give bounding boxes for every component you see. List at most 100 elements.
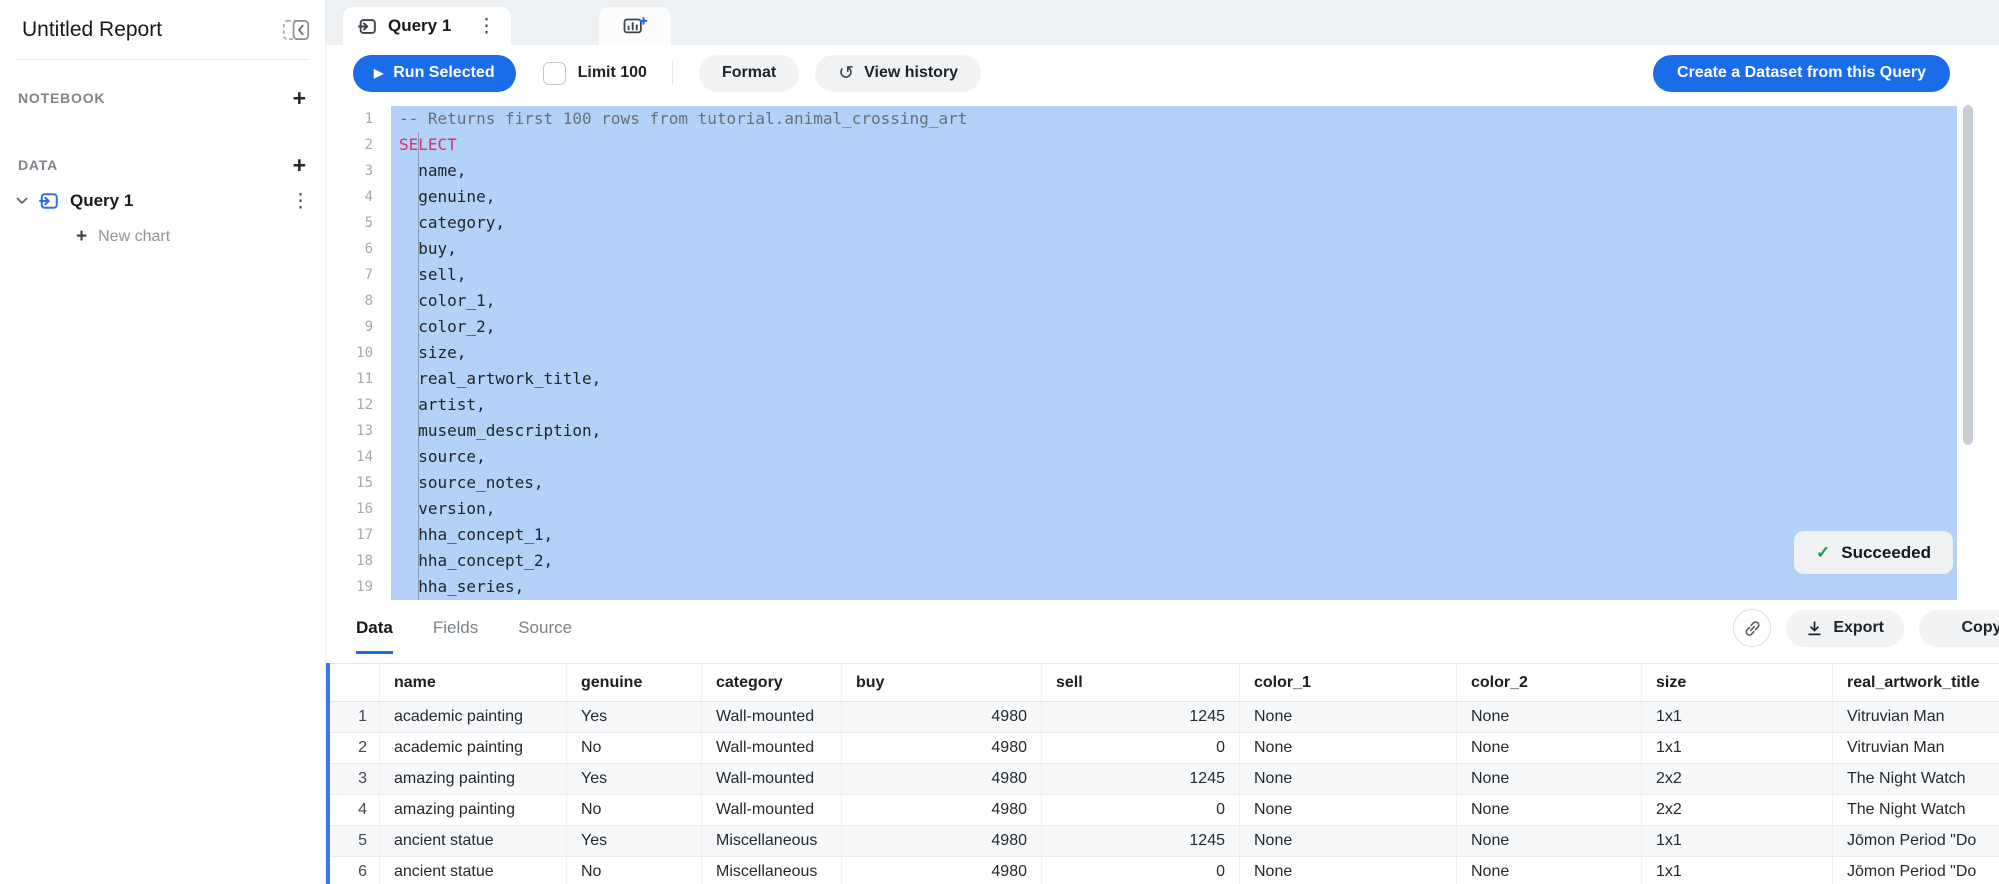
sidebar-item-query-1[interactable]: Query 1 ⋮	[0, 185, 325, 217]
share-link-button[interactable]	[1733, 609, 1771, 647]
table-cell[interactable]: ancient statue	[380, 857, 567, 884]
column-header-color_2[interactable]: color_2	[1457, 664, 1642, 701]
table-cell[interactable]: The Night Watch	[1833, 764, 1999, 794]
view-history-button[interactable]: ↺ View history	[815, 55, 981, 92]
report-title[interactable]: Untitled Report	[22, 18, 162, 42]
table-cell[interactable]: 4980	[842, 795, 1042, 825]
query-item-menu-button[interactable]: ⋮	[291, 192, 310, 211]
table-cell[interactable]: None	[1240, 702, 1457, 732]
row-number-header[interactable]	[330, 664, 380, 701]
code-line[interactable]: buy,	[391, 236, 1957, 262]
table-cell[interactable]: No	[567, 795, 702, 825]
code-line[interactable]: color_1,	[391, 288, 1957, 314]
table-cell[interactable]: 2x2	[1642, 764, 1833, 794]
table-cell[interactable]: Wall-mounted	[702, 702, 842, 732]
limit-100-checkbox[interactable]	[543, 62, 566, 85]
code-line[interactable]: category,	[391, 210, 1957, 236]
table-cell[interactable]: Vitruvian Man	[1833, 733, 1999, 763]
editor-scrollbar[interactable]	[1963, 105, 1973, 445]
tab-query-1[interactable]: Query 1 ⋮	[343, 7, 511, 45]
code-line[interactable]: -- Returns first 100 rows from tutorial.…	[391, 106, 1957, 132]
table-cell[interactable]: None	[1457, 733, 1642, 763]
sql-editor[interactable]: 12345678910111213141516171819 -- Returns…	[326, 101, 1999, 602]
collapse-sidebar-button[interactable]	[280, 17, 312, 43]
table-cell[interactable]: The Night Watch	[1833, 795, 1999, 825]
sidebar-item-new-chart[interactable]: + New chart	[0, 223, 325, 251]
create-dataset-button[interactable]: Create a Dataset from this Query	[1653, 55, 1950, 92]
code-line[interactable]: hha_concept_1,	[391, 522, 1957, 548]
table-cell[interactable]: 1245	[1042, 702, 1240, 732]
table-cell[interactable]: 1x1	[1642, 857, 1833, 884]
code-line[interactable]: artist,	[391, 392, 1957, 418]
column-header-buy[interactable]: buy	[842, 664, 1042, 701]
code-line[interactable]: real_artwork_title,	[391, 366, 1957, 392]
table-cell[interactable]: 1245	[1042, 826, 1240, 856]
table-cell[interactable]: academic painting	[380, 733, 567, 763]
table-cell[interactable]: 0	[1042, 857, 1240, 884]
table-cell[interactable]: None	[1457, 764, 1642, 794]
table-cell[interactable]: None	[1240, 795, 1457, 825]
table-cell[interactable]: Vitruvian Man	[1833, 702, 1999, 732]
table-cell[interactable]: None	[1240, 857, 1457, 884]
column-header-size[interactable]: size	[1642, 664, 1833, 701]
add-data-button[interactable]: +	[291, 152, 308, 179]
code-line[interactable]: hha_concept_2,	[391, 548, 1957, 574]
table-cell[interactable]: 4980	[842, 857, 1042, 884]
table-cell[interactable]: 1245	[1042, 764, 1240, 794]
table-cell[interactable]: None	[1457, 795, 1642, 825]
table-cell[interactable]: None	[1240, 764, 1457, 794]
results-tab-data[interactable]: Data	[356, 602, 393, 654]
table-cell[interactable]: academic painting	[380, 702, 567, 732]
table-cell[interactable]: Yes	[567, 702, 702, 732]
results-tab-fields[interactable]: Fields	[433, 602, 478, 654]
code-line[interactable]: sell,	[391, 262, 1957, 288]
table-cell[interactable]: 0	[1042, 795, 1240, 825]
code-line[interactable]: name,	[391, 158, 1957, 184]
row-number-cell[interactable]: 3	[330, 764, 380, 794]
table-cell[interactable]: No	[567, 733, 702, 763]
table-row[interactable]: 3amazing paintingYesWall-mounted49801245…	[330, 764, 1999, 795]
table-row[interactable]: 5ancient statueYesMiscellaneous49801245N…	[330, 826, 1999, 857]
row-number-cell[interactable]: 4	[330, 795, 380, 825]
code-line[interactable]: hha_series,	[391, 574, 1957, 600]
table-cell[interactable]: 1x1	[1642, 733, 1833, 763]
table-cell[interactable]: 0	[1042, 733, 1240, 763]
table-cell[interactable]: 1x1	[1642, 702, 1833, 732]
table-cell[interactable]: Jōmon Period "Do	[1833, 826, 1999, 856]
table-cell[interactable]: None	[1240, 826, 1457, 856]
column-header-category[interactable]: category	[702, 664, 842, 701]
column-header-sell[interactable]: sell	[1042, 664, 1240, 701]
table-cell[interactable]: 4980	[842, 826, 1042, 856]
code-line[interactable]: version,	[391, 496, 1957, 522]
chevron-down-icon[interactable]	[16, 197, 28, 205]
table-cell[interactable]: Miscellaneous	[702, 857, 842, 884]
table-cell[interactable]: 1x1	[1642, 826, 1833, 856]
table-cell[interactable]: 2x2	[1642, 795, 1833, 825]
run-selected-button[interactable]: ▶ Run Selected	[353, 55, 516, 92]
row-number-cell[interactable]: 5	[330, 826, 380, 856]
column-header-genuine[interactable]: genuine	[567, 664, 702, 701]
table-cell[interactable]: 4980	[842, 733, 1042, 763]
code-line[interactable]: SELECT	[391, 132, 1957, 158]
code-line[interactable]: museum_description,	[391, 418, 1957, 444]
editor-code[interactable]: -- Returns first 100 rows from tutorial.…	[391, 106, 1957, 602]
table-row[interactable]: 1academic paintingYesWall-mounted4980124…	[330, 702, 1999, 733]
table-cell[interactable]: amazing painting	[380, 764, 567, 794]
table-row[interactable]: 6ancient statueNoMiscellaneous49800NoneN…	[330, 857, 1999, 884]
table-cell[interactable]: None	[1240, 733, 1457, 763]
table-cell[interactable]: None	[1457, 826, 1642, 856]
column-header-real_artwork_title[interactable]: real_artwork_title	[1833, 664, 1999, 701]
table-cell[interactable]: amazing painting	[380, 795, 567, 825]
query-tab-menu-button[interactable]: ⋮	[477, 17, 496, 36]
table-cell[interactable]: Wall-mounted	[702, 764, 842, 794]
row-number-cell[interactable]: 2	[330, 733, 380, 763]
export-button[interactable]: Export	[1786, 610, 1904, 647]
table-cell[interactable]: Miscellaneous	[702, 826, 842, 856]
new-chart-tab[interactable]	[599, 7, 671, 45]
table-cell[interactable]: Yes	[567, 764, 702, 794]
row-number-cell[interactable]: 1	[330, 702, 380, 732]
add-notebook-cell-button[interactable]: +	[291, 85, 308, 112]
table-cell[interactable]: No	[567, 857, 702, 884]
copy-button[interactable]: Copy	[1919, 610, 1999, 647]
table-row[interactable]: 2academic paintingNoWall-mounted49800Non…	[330, 733, 1999, 764]
